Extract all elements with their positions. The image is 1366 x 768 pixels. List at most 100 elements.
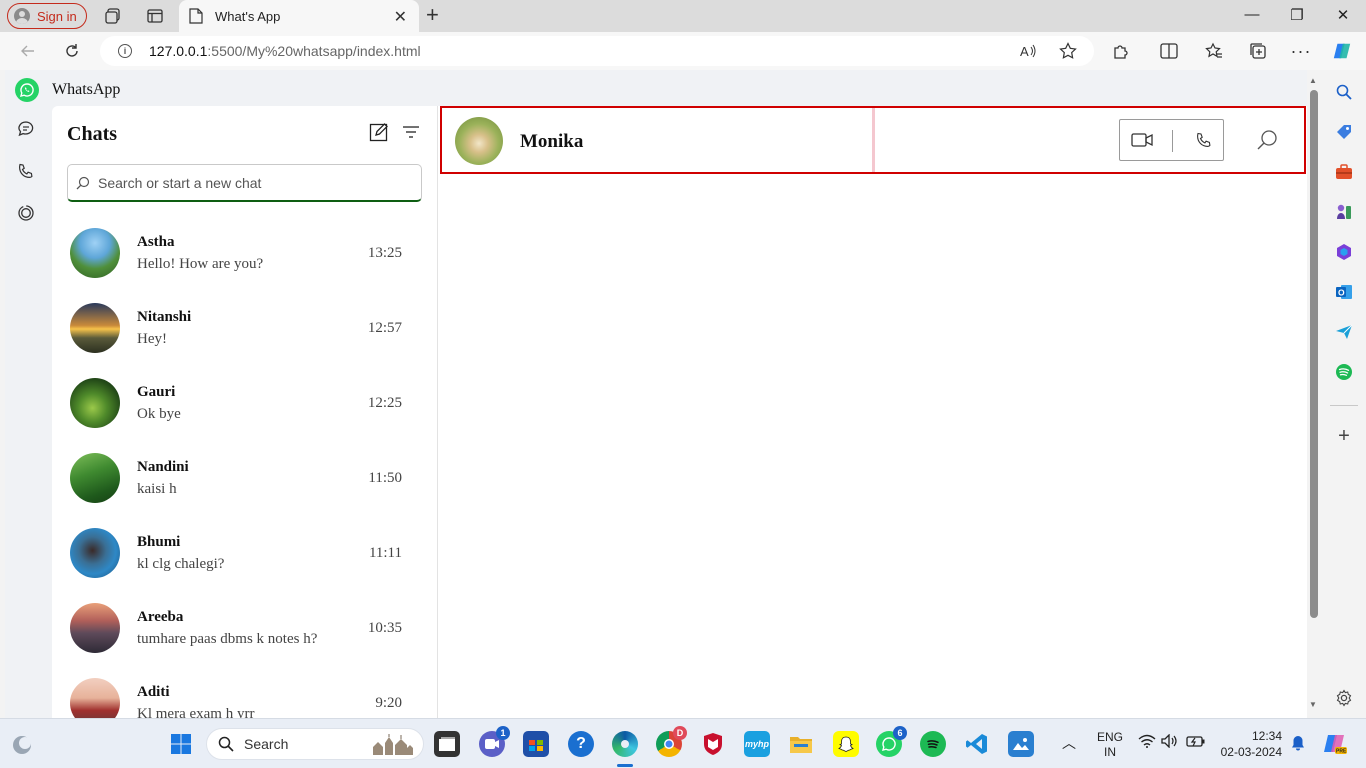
chrome-profile-badge: D — [673, 726, 687, 740]
add-sidebar-app-icon[interactable]: + — [1334, 425, 1354, 447]
microsoft-store-icon[interactable] — [523, 731, 549, 757]
extensions-icon[interactable] — [1111, 41, 1131, 61]
get-help-icon[interactable]: ? — [568, 731, 594, 757]
workspaces-icon[interactable] — [103, 6, 123, 26]
favorite-star-icon[interactable] — [1058, 41, 1078, 61]
outlook-icon[interactable]: O — [1334, 282, 1354, 302]
sign-in-button[interactable]: Sign in — [7, 3, 87, 29]
chat-item-bhumi[interactable]: Bhumi kl clg chalegi? 11:11 — [52, 517, 437, 592]
taskbar-search-box[interactable]: Search — [206, 728, 424, 760]
chat-last-message: Hey! — [137, 331, 167, 347]
collections-icon[interactable] — [1248, 41, 1268, 61]
new-chat-icon[interactable] — [368, 121, 390, 143]
more-menu-icon[interactable]: ··· — [1291, 41, 1311, 61]
contact-name[interactable]: Monika — [520, 131, 583, 153]
wifi-icon[interactable] — [1138, 734, 1156, 751]
windows-start-icon[interactable] — [168, 731, 194, 757]
address-bar[interactable]: i 127.0.0.1:5500/My%20whatsapp/index.htm… — [100, 36, 1094, 66]
avatar — [70, 303, 120, 353]
read-aloud-icon[interactable]: A — [1018, 41, 1038, 61]
clock[interactable]: 12:34 02-03-2024 — [1216, 728, 1282, 760]
clock-time: 12:34 — [1251, 729, 1282, 743]
whatsapp-taskbar-icon[interactable]: 6 — [876, 726, 907, 757]
filter-icon[interactable] — [400, 121, 422, 143]
new-tab-button[interactable]: + — [426, 4, 439, 26]
google-chrome-icon[interactable]: D — [656, 726, 687, 757]
file-explorer-icon[interactable] — [788, 731, 814, 757]
chat-item-gauri[interactable]: Gauri Ok bye 12:25 — [52, 367, 437, 442]
volume-icon[interactable] — [1161, 733, 1179, 751]
task-view-icon[interactable] — [434, 731, 460, 757]
site-info-icon[interactable]: i — [118, 44, 132, 58]
battery-icon[interactable] — [1186, 734, 1206, 751]
favorites-icon[interactable] — [1204, 41, 1224, 61]
tools-briefcase-icon[interactable] — [1334, 162, 1354, 182]
chats-nav-icon[interactable] — [16, 119, 36, 139]
snapchat-icon[interactable] — [833, 731, 859, 757]
mcafee-icon[interactable] — [700, 731, 726, 757]
video-call-icon[interactable] — [1130, 129, 1154, 151]
games-icon[interactable] — [1334, 202, 1354, 222]
drop-send-icon[interactable] — [1334, 322, 1354, 342]
chat-item-nandini[interactable]: Nandini kaisi h 11:50 — [52, 442, 437, 517]
chat-item-nitanshi[interactable]: Nitanshi Hey! 12:57 — [52, 292, 437, 367]
close-tab-icon[interactable]: ✕ — [394, 7, 407, 27]
restore-icon[interactable]: ❐ — [1285, 6, 1309, 24]
svg-text:A: A — [1020, 44, 1029, 59]
scrollbar-thumb[interactable] — [1310, 90, 1318, 618]
clock-date: 02-03-2024 — [1220, 745, 1282, 759]
copilot-preview-icon[interactable]: PRE — [1322, 731, 1348, 757]
spotify-taskbar-icon[interactable] — [920, 731, 946, 757]
microsoft-365-icon[interactable] — [1334, 242, 1354, 262]
minimize-icon[interactable]: — — [1240, 6, 1264, 23]
sidebar-search-icon[interactable] — [1334, 82, 1354, 102]
avatar — [70, 228, 120, 278]
profile-icon — [14, 8, 30, 24]
chat-item-astha[interactable]: Astha Hello! How are you? 13:25 — [52, 217, 437, 292]
vscode-icon[interactable] — [964, 731, 990, 757]
tab-whats-app[interactable]: What's App ✕ — [179, 0, 419, 32]
notification-bell-icon[interactable] — [1290, 735, 1306, 754]
chat-time: 13:25 — [367, 245, 402, 261]
split-screen-icon[interactable] — [1159, 41, 1179, 61]
refresh-icon[interactable] — [62, 41, 82, 61]
scroll-down-arrow[interactable]: ▼ — [1309, 700, 1317, 709]
app-title-bar: WhatsApp — [5, 70, 1307, 106]
vertical-tabs-icon[interactable] — [145, 6, 165, 26]
tab-title: What's App — [215, 8, 281, 24]
sidebar-divider — [1330, 405, 1358, 406]
voice-call-icon[interactable] — [1192, 129, 1216, 151]
copilot-icon[interactable] — [1332, 41, 1352, 61]
sidebar-settings-icon[interactable] — [1334, 688, 1354, 708]
myhp-icon[interactable]: myhp — [744, 731, 770, 757]
teams-icon[interactable]: 1 — [479, 726, 510, 757]
chat-item-areeba[interactable]: Areeba tumhare paas dbms k notes h? 10:3… — [52, 592, 437, 667]
taskbar-search-label: Search — [244, 736, 289, 752]
chat-search-input[interactable] — [98, 174, 418, 191]
conversation-search-icon[interactable] — [1255, 128, 1279, 152]
back-icon[interactable] — [18, 41, 38, 61]
photos-icon[interactable] — [1008, 731, 1034, 757]
status-nav-icon[interactable] — [16, 203, 36, 223]
scroll-up-arrow[interactable]: ▲ — [1309, 76, 1317, 85]
teams-notification-badge: 1 — [496, 726, 510, 740]
chat-time: 12:25 — [367, 395, 402, 411]
weather-widget-icon[interactable] — [10, 733, 34, 757]
contact-avatar[interactable] — [455, 117, 503, 165]
language-indicator[interactable]: ENG IN — [1094, 730, 1126, 760]
show-hidden-icons-chevron[interactable]: ︿ — [1062, 733, 1076, 753]
search-icon — [218, 736, 234, 752]
chat-time: 12:57 — [367, 320, 402, 336]
microsoft-edge-icon[interactable] — [612, 731, 638, 757]
close-window-icon[interactable]: ✕ — [1331, 6, 1355, 24]
chat-search-box[interactable] — [67, 164, 422, 202]
page-scrollbar[interactable]: ▲ ▼ — [1307, 70, 1322, 718]
shopping-tag-icon[interactable] — [1334, 122, 1354, 142]
sign-in-label: Sign in — [37, 8, 77, 24]
spotify-sidebar-icon[interactable] — [1334, 362, 1354, 382]
chat-item-aditi[interactable]: Aditi Kl mera exam h yrr 9:20 — [52, 667, 437, 718]
chat-name: Aditi — [137, 684, 170, 700]
chat-name: Nitanshi — [137, 309, 192, 325]
chat-last-message: kaisi h — [137, 481, 177, 497]
calls-nav-icon[interactable] — [16, 161, 36, 181]
